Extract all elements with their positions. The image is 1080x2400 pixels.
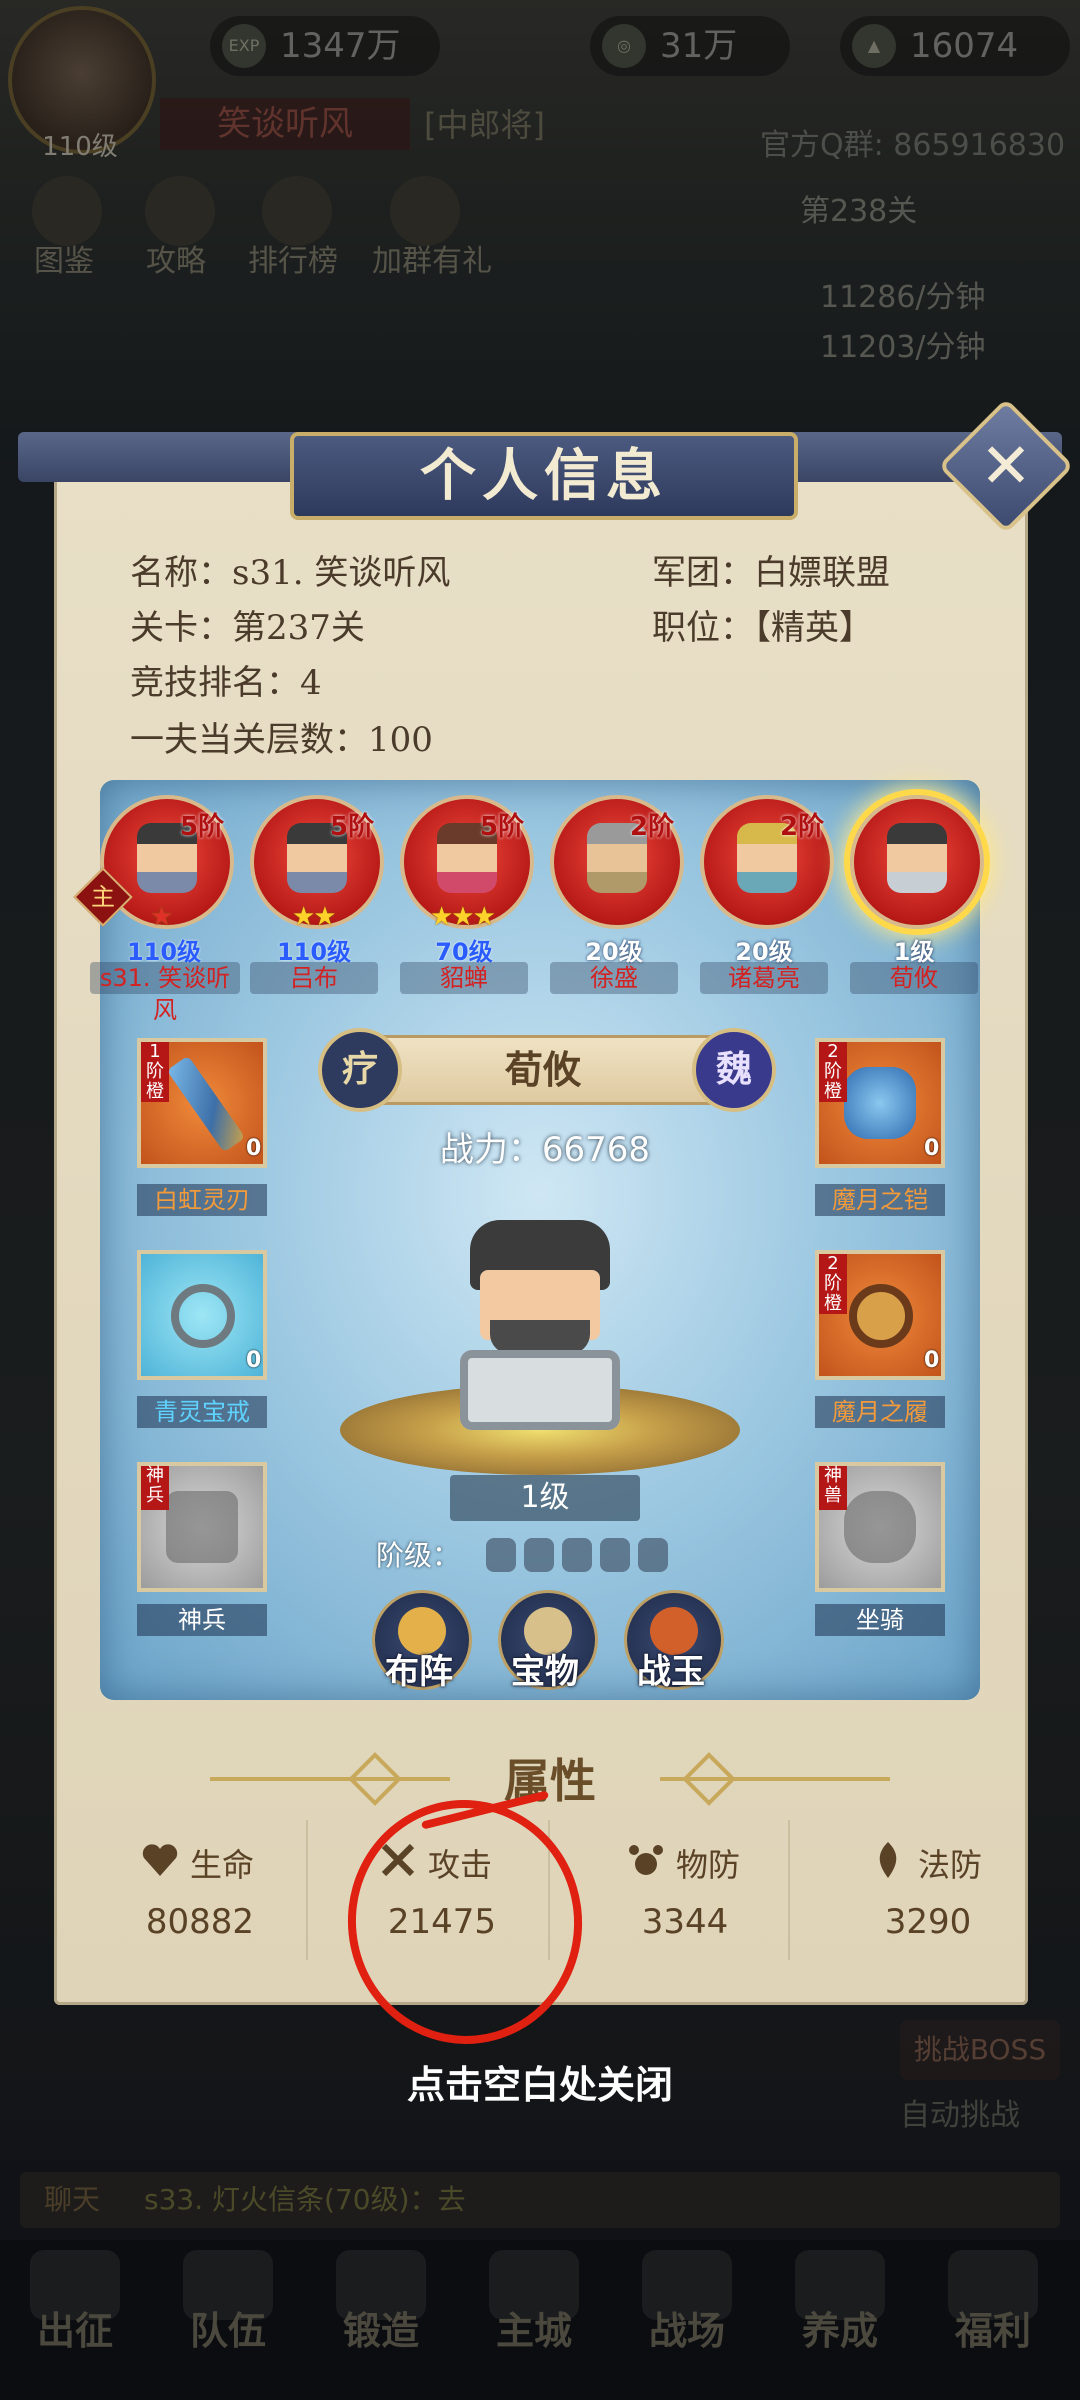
- hero-stars: ★★★: [430, 902, 496, 932]
- hero-slot-6-selected[interactable]: [850, 795, 984, 929]
- attr-hp-value: 80882: [145, 1902, 255, 1942]
- modal-title: 个人信息: [420, 443, 668, 509]
- hero-rank: 2阶: [630, 812, 675, 842]
- hero-rank: 5阶: [180, 812, 225, 842]
- boots-icon: [849, 1284, 913, 1348]
- equip-label: 神兵: [137, 1604, 267, 1636]
- info-legion: 军团：白嫖联盟: [652, 553, 890, 593]
- mount-icon: [844, 1491, 916, 1563]
- hero-role-tag: 疗: [318, 1028, 402, 1112]
- attr-mdef-name: 法防: [918, 1846, 983, 1884]
- selected-hero-name: 荀攸: [504, 1048, 581, 1092]
- rank-pip: [638, 1538, 668, 1572]
- info-position: 职位：【精英】: [652, 608, 873, 648]
- info-arena-rank: 竞技排名：4: [130, 663, 322, 703]
- hero-name: 吕布: [250, 962, 378, 994]
- hero-name: 诸葛亮: [700, 962, 828, 994]
- hero-beard: [490, 1320, 590, 1354]
- equip-label: 青灵宝戒: [137, 1396, 267, 1428]
- ring-icon: [171, 1284, 235, 1348]
- sword-icon: [166, 1055, 246, 1153]
- selected-hero-level: 1级: [450, 1475, 640, 1521]
- equip-rank-badge: 2阶橙: [819, 1042, 847, 1102]
- rank-pip: [600, 1538, 630, 1572]
- hero-rank: 2阶: [780, 812, 825, 842]
- close-icon[interactable]: ✕: [958, 418, 1054, 514]
- formation-label[interactable]: 布阵: [364, 1644, 474, 1693]
- rank-pip: [486, 1538, 516, 1572]
- info-stage: 关卡：第237关: [130, 608, 365, 648]
- equip-count: 0: [924, 1348, 940, 1373]
- hero-faction-tag: 魏: [692, 1028, 776, 1112]
- divider-left: [210, 1777, 450, 1781]
- war-jade-label[interactable]: 战玉: [616, 1644, 726, 1693]
- hero-armor: [460, 1350, 620, 1430]
- hero-power: 战力：66768: [439, 1130, 651, 1170]
- equip-label: 坐骑: [815, 1604, 945, 1636]
- hero-name: s31. 笑谈听风: [90, 962, 240, 1024]
- equip-rank-badge: 1阶橙: [141, 1042, 169, 1102]
- armor-icon: [844, 1067, 916, 1139]
- equip-label: 魔月之铠: [815, 1184, 945, 1216]
- attr-hp-name: 生命: [190, 1846, 255, 1884]
- equip-rank-badge: 神兵: [141, 1466, 169, 1510]
- hero-stars: ★★: [292, 902, 337, 932]
- attr-separator: [306, 1820, 308, 1960]
- hero-name: 貂蝉: [400, 962, 528, 994]
- equip-count: 0: [924, 1136, 940, 1161]
- equip-rank-badge: 神兽: [819, 1466, 847, 1510]
- hero-name: 徐盛: [550, 962, 678, 994]
- hero-sprite: [450, 1220, 630, 1430]
- tap-to-close-hint[interactable]: 点击空白处关闭: [340, 2054, 740, 2109]
- attr-pdef-value: 3344: [641, 1902, 729, 1942]
- rank-pip: [524, 1538, 554, 1572]
- rank-label: 阶级：: [376, 1539, 461, 1572]
- attr-separator: [788, 1820, 790, 1960]
- hero-portrait: [887, 823, 947, 893]
- heart-icon: [142, 1844, 178, 1876]
- treasure-label[interactable]: 宝物: [490, 1644, 600, 1693]
- equip-label: 白虹灵刃: [137, 1184, 267, 1216]
- attr-pdef-name: 物防: [676, 1846, 741, 1884]
- equip-count: 0: [246, 1136, 262, 1161]
- paw-shield-icon: [629, 1845, 663, 1875]
- lord-badge-label: 主: [91, 883, 115, 911]
- hero-stars: ★: [150, 902, 173, 932]
- hero-name: 荀攸: [850, 962, 978, 994]
- info-name: 名称：s31. 笑谈听风: [130, 553, 451, 593]
- equip-count: 0: [246, 1348, 262, 1373]
- rank-pip: [562, 1538, 592, 1572]
- divine-weapon-icon: [166, 1491, 238, 1563]
- hero-rank: 5阶: [480, 812, 525, 842]
- equip-rank-badge: 2阶橙: [819, 1254, 847, 1314]
- attr-mdef-value: 3290: [884, 1902, 972, 1942]
- hero-rank: 5阶: [330, 812, 375, 842]
- equip-label: 魔月之履: [815, 1396, 945, 1428]
- flame-shield-icon: [879, 1842, 897, 1878]
- info-tower: 一夫当关层数：100: [130, 720, 433, 760]
